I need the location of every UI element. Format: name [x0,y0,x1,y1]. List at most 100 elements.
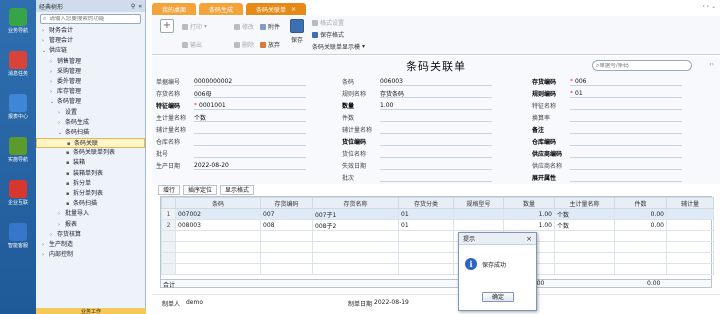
rail-item-1[interactable]: 消息任务 [2,49,34,85]
table-cell[interactable] [614,263,667,275]
table-cell[interactable] [398,241,454,253]
field-value[interactable]: 0001001 [199,102,226,109]
table-cell[interactable] [453,208,504,220]
field-value[interactable]: 0000000002 [194,78,232,85]
table-row[interactable] [161,263,714,275]
print-button[interactable]: 打印 ▾ [182,22,207,31]
field-value[interactable]: 006003 [380,78,403,85]
rail-item-2[interactable]: 报表中心 [2,92,34,128]
close-icon[interactable]: × [291,6,296,13]
column-header[interactable]: 存货编码 [260,197,313,209]
table-cell[interactable] [175,252,261,264]
next-record-icon[interactable]: › [712,61,714,68]
close-icon[interactable]: × [526,235,532,243]
field-value[interactable]: 01 [575,90,583,97]
nav-tree-item[interactable]: ▪ 装箱单列表 [36,169,145,179]
table-cell[interactable] [614,252,667,264]
table-cell[interactable]: 007子1 [312,208,399,220]
table-row[interactable] [161,241,714,253]
table-cell[interactable] [312,263,399,275]
nav-tree-item[interactable]: ▪ 条码扫描 [36,199,145,209]
ok-button[interactable]: 确定 [482,292,514,302]
nav-tree-item[interactable]: ⌄ 条码扫描 [36,128,145,138]
table-cell[interactable] [312,230,399,242]
nav-tree-item[interactable]: › 报表 [36,220,145,230]
table-cell[interactable] [666,230,714,242]
display-template-select[interactable]: 条码关联单显示模 ▾ [312,42,365,51]
nav-tree-item[interactable]: ▪ 条码关联 [36,138,145,149]
nav-tree-item[interactable]: › 内部控制 [36,250,145,260]
field-value[interactable]: 006 [575,78,586,85]
nav-tree-item[interactable]: › 委外管理 [36,77,145,87]
nav-tree-item[interactable]: ▪ 装箱 [36,158,145,168]
table-cell[interactable] [175,241,261,253]
table-cell[interactable] [666,219,714,231]
delete-button[interactable]: 删除 [234,40,254,49]
collapse-icon[interactable]: « [138,3,142,10]
attach-button[interactable]: 附件 [260,22,280,31]
nav-tree-item[interactable]: › 管理会计 [36,36,145,46]
table-cell[interactable]: 01 [398,219,454,231]
barcode-search-box[interactable]: ⌕ [592,60,692,71]
tab-desktop[interactable]: 我的桌面 [152,3,197,15]
table-cell[interactable] [398,230,454,242]
table-row[interactable] [161,230,714,242]
nav-search-box[interactable]: ⌕ [40,14,141,24]
table-cell[interactable] [554,252,615,264]
table-cell[interactable] [260,252,313,264]
column-header[interactable]: 条码 [175,197,261,209]
save-button[interactable]: 保存 [288,19,306,44]
nav-tree-item[interactable]: › 存货核算 [36,230,145,240]
table-cell[interactable]: 007 [260,208,313,220]
format-setting-button[interactable]: 格式设置 [312,18,344,27]
rail-item-3[interactable]: 实施导航 [2,135,34,171]
nav-tree-item[interactable]: › 财务会计 [36,26,145,36]
column-header[interactable]: 主计量名称 [554,197,615,209]
add-row-button[interactable]: 增行 [158,185,181,195]
nav-tree-item[interactable]: › 条码生成 [36,118,145,128]
nav-tree-item[interactable]: ⌄ 条码管理 [36,97,145,107]
table-cell[interactable]: 个数 [554,208,615,220]
display-format-button[interactable]: 显示格式 [220,185,255,195]
edit-button[interactable]: 修改 [234,22,254,31]
table-cell[interactable] [666,252,714,264]
rail-item-0[interactable]: 业务导航 [2,6,34,42]
nav-tree-item[interactable]: ▪ 拆分单列表 [36,189,145,199]
barcode-search-input[interactable] [599,62,680,69]
table-cell[interactable]: 007002 [175,208,261,220]
nav-tree-item[interactable]: › 采购管理 [36,67,145,77]
column-header[interactable]: 存货分类 [398,197,454,209]
table-cell[interactable]: 0.00 [614,219,667,231]
tab-barcode-link[interactable]: 条码关联单 × [246,3,307,15]
table-cell[interactable] [175,230,261,242]
nav-tree-item[interactable]: › 设置 [36,108,145,118]
column-header[interactable] [161,197,176,209]
nav-search-input[interactable] [46,16,135,22]
nav-tree-item[interactable]: › 销售管理 [36,57,145,67]
table-cell[interactable] [614,230,667,242]
pin-icon[interactable]: ⚲ [131,3,135,10]
locate-button[interactable]: 插序定位 [183,185,218,195]
table-cell[interactable] [554,263,615,275]
table-cell[interactable] [260,241,313,253]
chevron-right-icon[interactable]: › [707,3,709,10]
chevron-left-icon[interactable]: ‹ [702,3,704,10]
column-header[interactable]: 辅计量 [666,197,714,209]
output-button[interactable]: 输出 [182,40,202,49]
table-cell[interactable]: 008 [260,219,313,231]
table-cell[interactable] [554,230,615,242]
column-header[interactable]: 件数 [614,197,667,209]
table-row[interactable]: 1 007002 007 007子1 01 1.00 个数 0.00 [161,208,714,220]
table-cell[interactable] [398,252,454,264]
nav-tree-item[interactable]: › 批量导入 [36,209,145,219]
nav-tree-item[interactable]: › 生产制造 [36,240,145,250]
table-cell[interactable]: 0.00 [614,208,667,220]
save-format-button[interactable]: 保存格式 [312,30,344,39]
nav-tree-item[interactable]: › 库存管理 [36,87,145,97]
table-cell[interactable] [666,241,714,253]
rail-item-4[interactable]: 企业互联 [2,178,34,214]
table-cell[interactable] [453,219,504,231]
table-cell[interactable]: 1.00 [503,208,555,220]
table-cell[interactable]: 008003 [175,219,261,231]
nav-footer-tab[interactable]: 业务工作 [36,308,146,314]
